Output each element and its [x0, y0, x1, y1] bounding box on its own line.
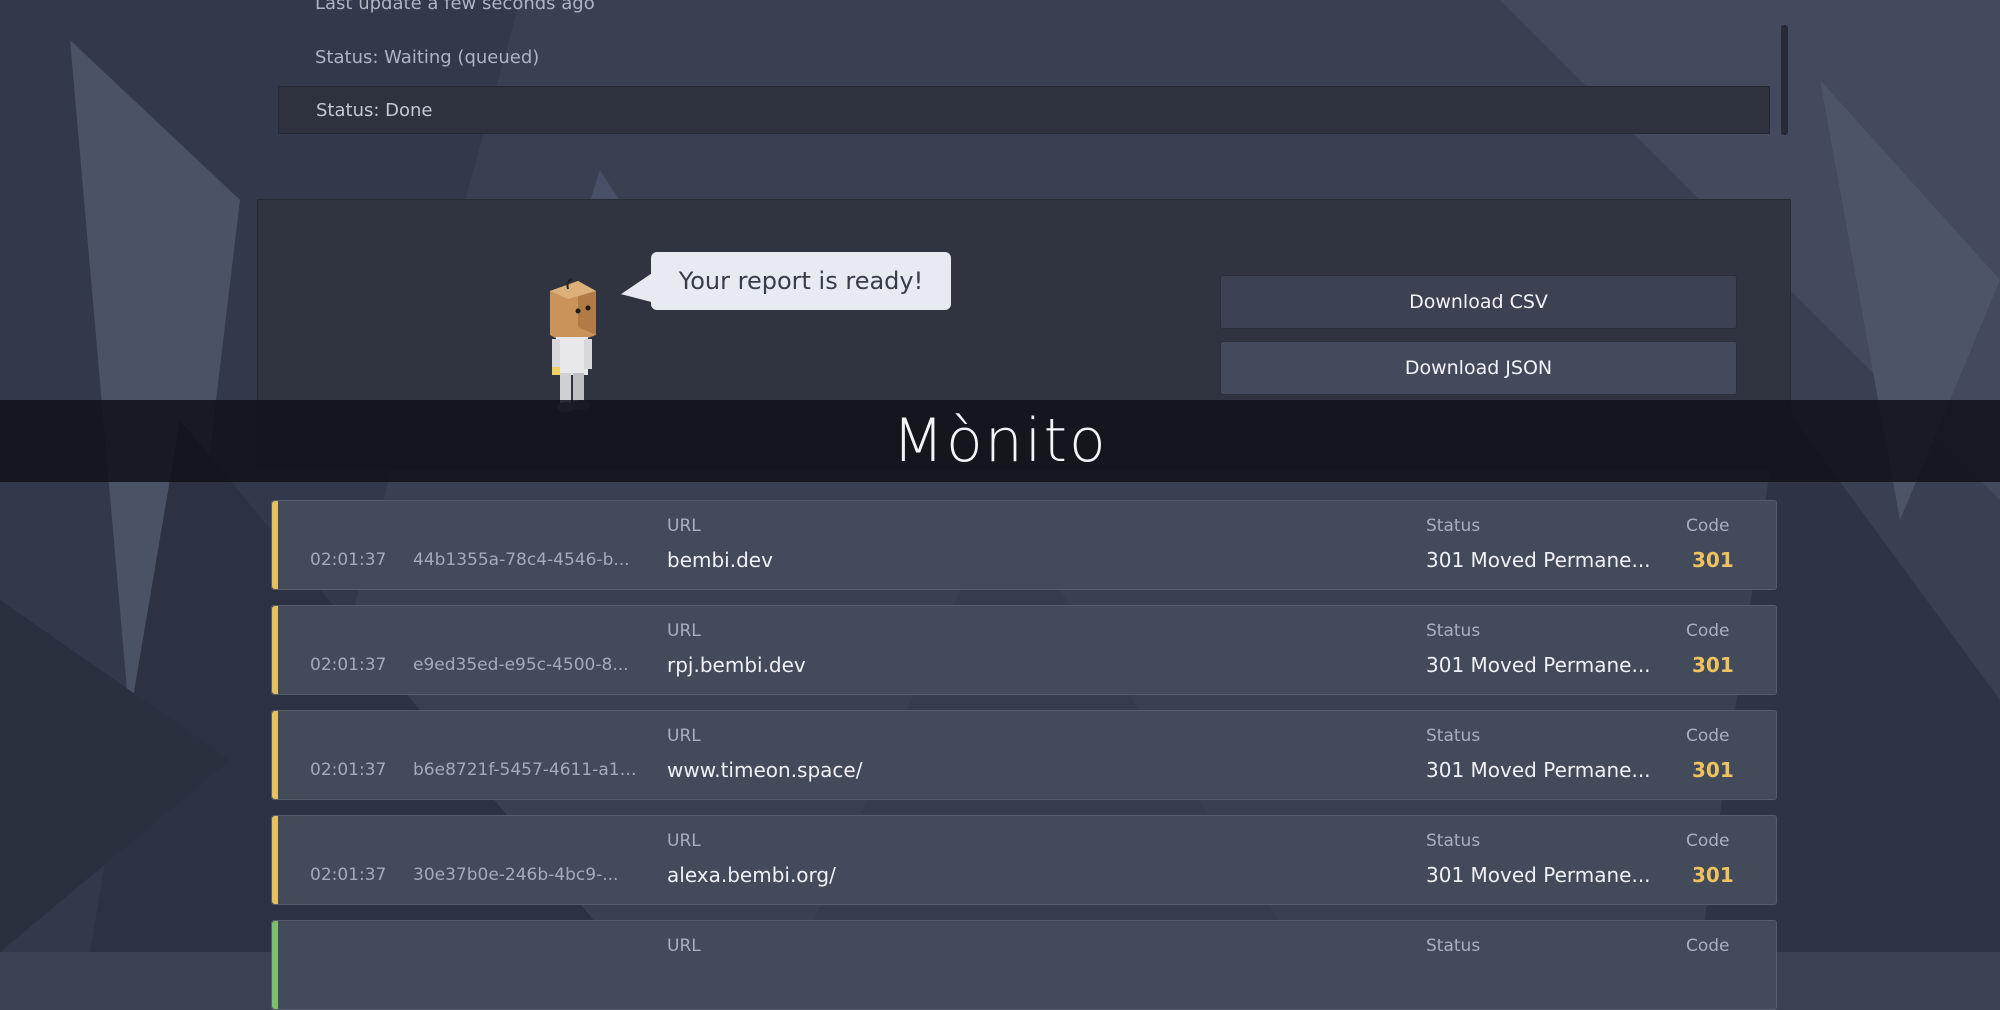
row-accent	[272, 921, 278, 1009]
code-value: 301	[1692, 863, 1734, 887]
request-time: 02:01:37	[310, 760, 387, 780]
row-accent	[272, 711, 278, 799]
row-accent	[272, 606, 278, 694]
request-id: 30e37b0e-246b-4bc9-...	[413, 865, 619, 885]
request-id: 44b1355a-78c4-4546-b...	[413, 550, 630, 570]
url-label: URL	[667, 621, 701, 641]
code-label: Code	[1686, 936, 1730, 956]
download-json-button[interactable]: Download JSON	[1220, 341, 1737, 395]
code-label: Code	[1686, 621, 1730, 641]
request-row[interactable]: 02:01:37 b6e8721f-5457-4611-a18... URL w…	[271, 710, 1777, 800]
url-value: alexa.bembi.org/	[667, 863, 836, 887]
status-label: Status	[1426, 936, 1481, 956]
status-value: 301 Moved Permane...	[1426, 653, 1651, 677]
status-item-label: Status: Done	[316, 99, 433, 121]
download-csv-button[interactable]: Download CSV	[1220, 275, 1737, 329]
url-label: URL	[667, 831, 701, 851]
code-value: 301	[1692, 653, 1734, 677]
status-label: Status	[1426, 726, 1481, 746]
status-value: 301 Moved Permane...	[1426, 758, 1651, 782]
speech-bubble: Your report is ready!	[651, 252, 951, 310]
status-item-active: Status: Done	[278, 86, 1770, 134]
report-message: Your report is ready!	[678, 267, 924, 295]
url-value: bembi.dev	[667, 548, 773, 572]
request-time: 02:01:37	[310, 550, 387, 570]
status-value: 301 Moved Permane...	[1426, 863, 1651, 887]
request-time: 02:01:37	[310, 865, 387, 885]
avatar	[550, 278, 596, 412]
code-label: Code	[1686, 516, 1730, 536]
request-row[interactable]: 02:01:37 30e37b0e-246b-4bc9-... URL alex…	[271, 815, 1777, 905]
request-row[interactable]: 02:01:37 e9ed35ed-e95c-4500-8... URL rpj…	[271, 605, 1777, 695]
status-label: Status	[1426, 516, 1481, 536]
url-label: URL	[667, 936, 701, 956]
code-label: Code	[1686, 726, 1730, 746]
request-row[interactable]: 02:01:37 44b1355a-78c4-4546-b... URL bem…	[271, 500, 1777, 590]
request-time: 02:01:37	[310, 655, 387, 675]
status-value: 301 Moved Permane...	[1426, 548, 1651, 572]
status-list-scrollbar[interactable]	[1781, 25, 1788, 135]
url-label: URL	[667, 726, 701, 746]
status-item: Last update a few seconds ago	[278, 0, 1770, 18]
brand-bar: Mònito	[0, 400, 2000, 482]
code-label: Code	[1686, 831, 1730, 851]
row-accent	[272, 816, 278, 904]
url-label: URL	[667, 516, 701, 536]
code-value: 301	[1692, 758, 1734, 782]
status-list: Last update a few seconds ago Status: Wa…	[278, 0, 1770, 136]
status-item: Status: Waiting (queued)	[278, 42, 1770, 72]
status-item-label: Last update a few seconds ago	[315, 0, 595, 14]
brand-title: Mònito	[892, 406, 1108, 476]
status-label: Status	[1426, 831, 1481, 851]
url-value: www.timeon.space/	[667, 758, 863, 782]
request-row[interactable]: URL Status Code	[271, 920, 1777, 1010]
status-item-label: Status: Waiting (queued)	[315, 46, 540, 68]
request-id: e9ed35ed-e95c-4500-8...	[413, 655, 629, 675]
code-value: 301	[1692, 548, 1734, 572]
status-label: Status	[1426, 621, 1481, 641]
row-accent	[272, 501, 278, 589]
request-id: b6e8721f-5457-4611-a18...	[413, 760, 637, 780]
url-value: rpj.bembi.dev	[667, 653, 806, 677]
